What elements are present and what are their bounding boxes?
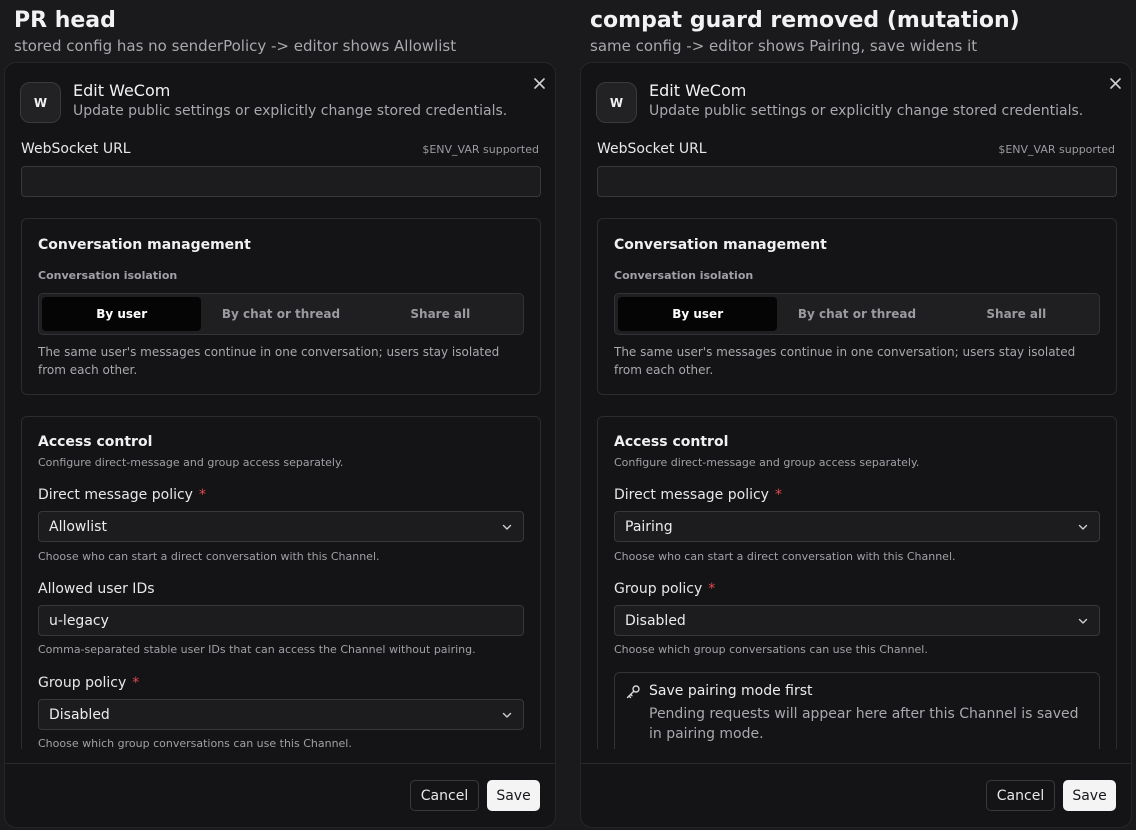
env-var-hint: $ENV_VAR supported (422, 143, 539, 156)
access-control-subtitle: Configure direct-message and group acces… (614, 456, 920, 469)
close-button[interactable] (531, 75, 547, 91)
access-control-card: Access control Configure direct-message … (21, 416, 541, 749)
access-control-title: Access control (38, 434, 153, 450)
close-button[interactable] (1107, 75, 1123, 91)
dm-policy-value: Allowlist (49, 518, 107, 535)
dialog-description: Update public settings or explicitly cha… (649, 103, 1084, 119)
chevron-down-icon (502, 712, 512, 718)
group-policy-value: Disabled (625, 612, 686, 629)
websocket-url-label: WebSocket URL (21, 141, 131, 157)
panel-title: PR head (14, 8, 116, 33)
save-button[interactable]: Save (487, 780, 540, 811)
required-mark: * (198, 487, 206, 503)
required-mark: * (708, 581, 716, 597)
segment-by-chat-or-thread[interactable]: By chat or thread (777, 297, 936, 331)
close-icon (533, 77, 545, 89)
save-button[interactable]: Save (1063, 780, 1116, 811)
dm-policy-select[interactable]: Allowlist (38, 511, 524, 542)
group-policy-select[interactable]: Disabled (38, 699, 524, 730)
dialog-footer: Cancel Save (5, 763, 555, 827)
websocket-url-input[interactable] (597, 166, 1117, 197)
panel-subtitle: stored config has no senderPolicy -> edi… (14, 37, 457, 55)
panel-compat-guard-removed: compat guard removed (mutation) same con… (576, 0, 1136, 830)
group-policy-help: Choose which group conversations can use… (614, 643, 928, 656)
isolation-description: The same user's messages continue in one… (614, 345, 1076, 377)
dm-policy-label-text: Direct message policy (614, 487, 769, 503)
required-mark: * (774, 487, 782, 503)
websocket-url-input[interactable] (21, 166, 541, 197)
notice-title: Save pairing mode first (649, 683, 813, 699)
group-policy-label: Group policy * (614, 581, 715, 597)
dialog-body[interactable]: W Edit WeCom Update public settings or e… (581, 63, 1131, 749)
dm-policy-help: Choose who can start a direct conversati… (614, 550, 956, 563)
conversation-isolation-label: Conversation isolation (38, 269, 178, 282)
group-policy-value: Disabled (49, 706, 110, 723)
dm-policy-help: Choose who can start a direct conversati… (38, 550, 380, 563)
conversation-management-title: Conversation management (38, 237, 251, 253)
dm-policy-label: Direct message policy * (614, 487, 782, 503)
conversation-management-title: Conversation management (614, 237, 827, 253)
segment-by-chat-or-thread[interactable]: By chat or thread (201, 297, 360, 331)
access-control-card: Access control Configure direct-message … (597, 416, 1117, 749)
pairing-notice: Save pairing mode first Pending requests… (614, 672, 1100, 749)
segment-by-user[interactable]: By user (618, 297, 778, 331)
dm-policy-label: Direct message policy * (38, 487, 206, 503)
websocket-url-label: WebSocket URL (597, 141, 707, 157)
dialog-description: Update public settings or explicitly cha… (73, 103, 508, 119)
group-policy-label: Group policy * (38, 675, 139, 691)
isolation-description: The same user's messages continue in one… (38, 345, 500, 377)
panel-title: compat guard removed (mutation) (590, 8, 1020, 33)
notice-body: Pending requests will appear here after … (649, 706, 1079, 742)
dialog-title: Edit WeCom (649, 81, 747, 100)
group-policy-select[interactable]: Disabled (614, 605, 1100, 636)
close-icon (1109, 77, 1121, 89)
chevron-down-icon (1078, 618, 1088, 624)
allowed-user-ids-input[interactable] (38, 605, 524, 636)
cancel-button[interactable]: Cancel (986, 780, 1055, 811)
edit-dialog: W Edit WeCom Update public settings or e… (4, 62, 556, 828)
dialog-body[interactable]: W Edit WeCom Update public settings or e… (5, 63, 555, 749)
avatar: W (596, 82, 637, 123)
allowed-user-ids-help: Comma-separated stable user IDs that can… (38, 643, 476, 656)
conversation-isolation-segmented: By user By chat or thread Share all (614, 293, 1100, 335)
cancel-button[interactable]: Cancel (410, 780, 479, 811)
dialog-footer: Cancel Save (581, 763, 1131, 827)
chevron-down-icon (1078, 524, 1088, 530)
chevron-down-icon (502, 524, 512, 530)
conversation-management-card: Conversation management Conversation iso… (597, 218, 1117, 395)
segment-share-all[interactable]: Share all (361, 297, 520, 331)
required-mark: * (132, 675, 140, 691)
edit-dialog: W Edit WeCom Update public settings or e… (580, 62, 1132, 828)
conversation-isolation-segmented: By user By chat or thread Share all (38, 293, 524, 335)
panel-pr-head: PR head stored config has no senderPolic… (0, 0, 560, 830)
group-policy-label-text: Group policy (614, 581, 703, 597)
panel-subtitle: same config -> editor shows Pairing, sav… (590, 37, 978, 55)
segment-share-all[interactable]: Share all (937, 297, 1096, 331)
dm-policy-value: Pairing (625, 518, 673, 535)
key-icon (626, 685, 640, 699)
access-control-title: Access control (614, 434, 729, 450)
access-control-subtitle: Configure direct-message and group acces… (38, 456, 344, 469)
conversation-management-card: Conversation management Conversation iso… (21, 218, 541, 395)
dialog-title: Edit WeCom (73, 81, 171, 100)
dm-policy-label-text: Direct message policy (38, 487, 193, 503)
dm-policy-select[interactable]: Pairing (614, 511, 1100, 542)
conversation-isolation-label: Conversation isolation (614, 269, 754, 282)
segment-by-user[interactable]: By user (42, 297, 202, 331)
group-policy-help: Choose which group conversations can use… (38, 737, 352, 749)
group-policy-label-text: Group policy (38, 675, 127, 691)
avatar: W (20, 82, 61, 123)
allowed-user-ids-label: Allowed user IDs (38, 581, 155, 597)
env-var-hint: $ENV_VAR supported (998, 143, 1115, 156)
